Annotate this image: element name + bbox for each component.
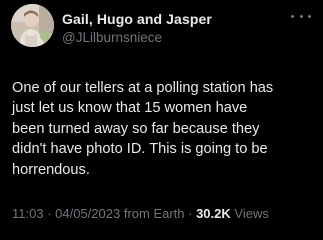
author-handle[interactable]: @JLilburnsniece xyxy=(62,30,212,45)
more-dot xyxy=(308,14,311,18)
more-dot xyxy=(299,14,303,18)
author-display-name[interactable]: Gail, Hugo and Jasper xyxy=(62,11,212,27)
views-label: Views xyxy=(230,206,269,221)
avatar[interactable] xyxy=(11,4,54,47)
profile-photo xyxy=(11,4,54,47)
author-block: Gail, Hugo and Jasper @JLilburnsniece xyxy=(62,11,212,45)
tweet-date[interactable]: 04/05/2023 xyxy=(55,206,120,221)
more-dot xyxy=(291,14,294,18)
more-horizontal-icon[interactable] xyxy=(291,9,311,23)
tweet-time[interactable]: 11:03 xyxy=(12,206,44,221)
meta-separator: · xyxy=(43,206,56,221)
views-count: 30.2K xyxy=(196,206,231,221)
meta-separator: · xyxy=(184,206,197,221)
tweet-text: One of our tellers at a polling station … xyxy=(12,80,274,178)
tweet-card: Gail, Hugo and Jasper @JLilburnsniece On… xyxy=(0,0,323,240)
tweet-source: from Earth xyxy=(120,206,185,221)
tweet-meta: 11:03 · 04/05/2023 from Earth · 30.2K Vi… xyxy=(12,206,269,221)
